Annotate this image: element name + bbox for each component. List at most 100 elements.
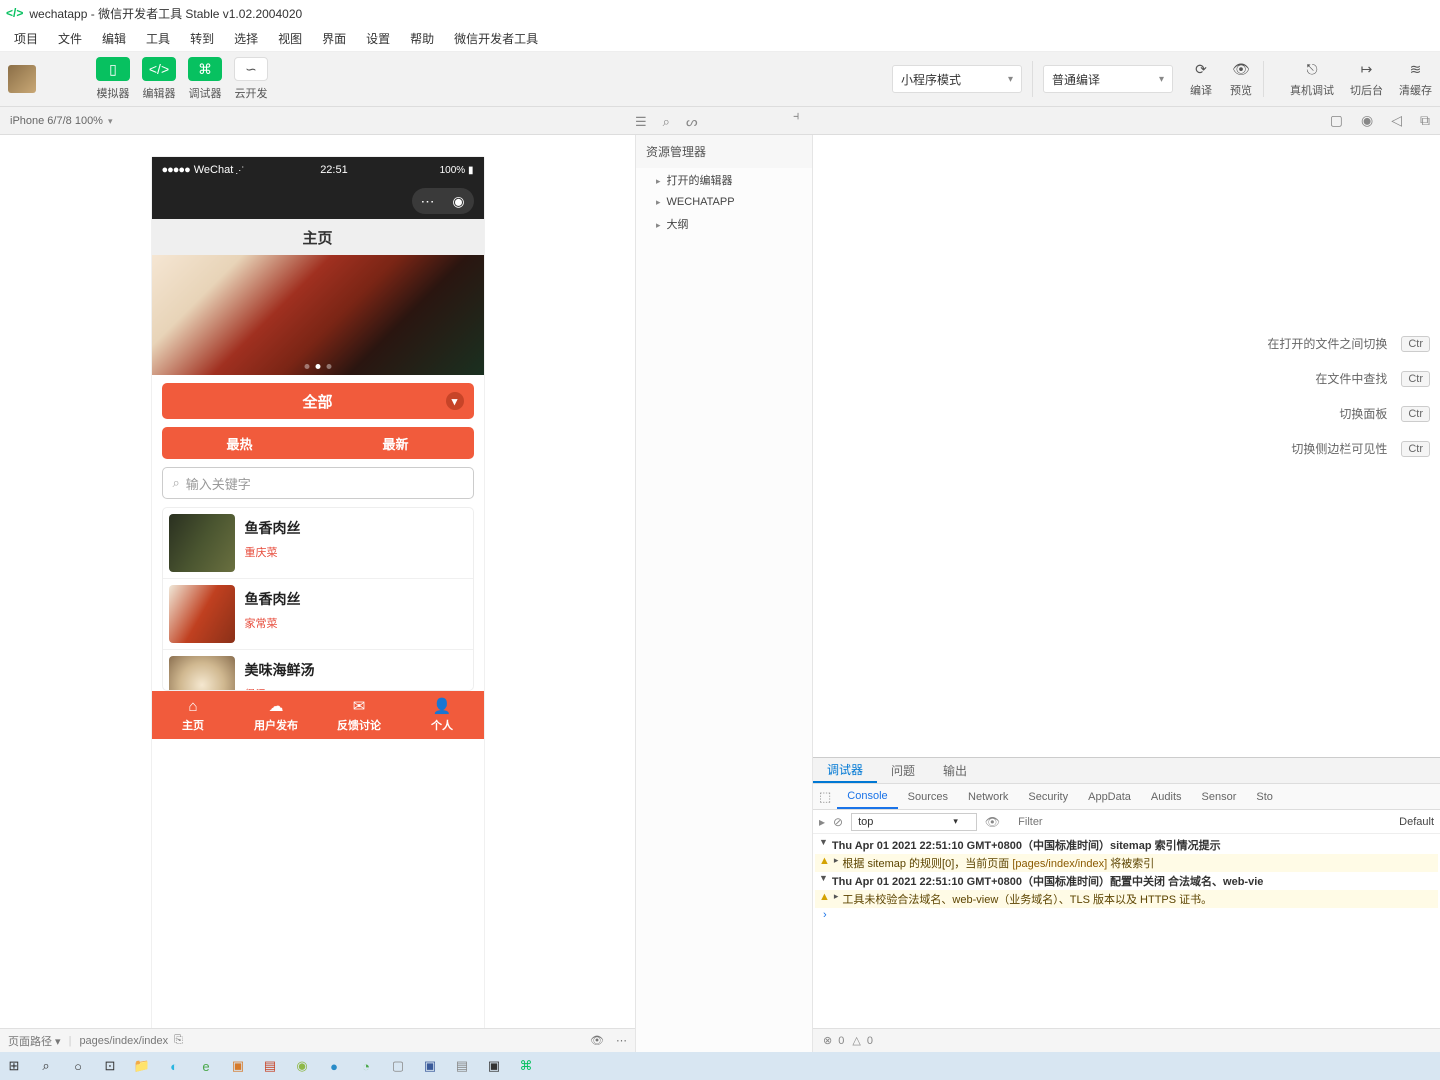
menu-project[interactable]: 项目 (4, 30, 48, 47)
tree-open-editors[interactable]: 打开的编辑器 (636, 168, 812, 192)
search-icon: ⌕ (173, 475, 180, 491)
window-titlebar: </> wechatapp - 微信开发者工具 Stable v1.02.200… (0, 0, 1440, 26)
list-item[interactable]: 美味海鲜汤 煲汤 (163, 650, 473, 690)
device-select[interactable]: iPhone 6/7/8 100% ▾ (10, 115, 113, 127)
menu-settings[interactable]: 设置 (356, 30, 400, 47)
mode-select[interactable]: 小程序模式▾ (892, 65, 1022, 93)
page-path: pages/index/index (79, 1035, 168, 1047)
tab-audits[interactable]: Audits (1141, 791, 1192, 803)
preview-button[interactable]: 👁 预览 (1229, 60, 1253, 98)
app-icon[interactable]: e (196, 1056, 216, 1076)
compile-mode-select[interactable]: 普通编译▾ (1043, 65, 1173, 93)
scope-select[interactable]: top ▾ (851, 813, 977, 831)
tab-profile[interactable]: 👤个人 (401, 691, 484, 739)
menu-bar: 项目 文件 编辑 工具 转到 选择 视图 界面 设置 帮助 微信开发者工具 (0, 26, 1440, 52)
tree-project[interactable]: WECHATAPP (636, 192, 812, 212)
tab-sensor[interactable]: Sensor (1192, 791, 1247, 803)
list-icon[interactable]: ☰ (635, 114, 647, 130)
detach-icon[interactable]: ⧉ (1420, 112, 1430, 129)
target-icon: ◉ (452, 193, 464, 210)
search-input[interactable]: ⌕ 输入关键字 (162, 467, 474, 499)
code-icon: </> (142, 57, 176, 81)
banner-image[interactable] (152, 255, 484, 375)
app-icon[interactable]: ◉ (292, 1056, 312, 1076)
menu-view[interactable]: 视图 (268, 30, 312, 47)
rotate-icon[interactable]: ▢ (1330, 112, 1343, 129)
sort-new-tab[interactable]: 最新 (318, 427, 474, 459)
category-button[interactable]: 全部 ▾ (162, 383, 474, 419)
simulator-button[interactable]: ▯ 模拟器 (96, 57, 130, 101)
inspect-icon[interactable]: ⬚ (819, 789, 831, 805)
tab-console[interactable]: Console (837, 784, 897, 809)
tab-network[interactable]: Network (958, 791, 1018, 803)
tree-outline[interactable]: 大纲 (636, 212, 812, 236)
compile-button[interactable]: ⟳ 编译 (1189, 60, 1213, 98)
capsule-button[interactable]: ⋯ ◉ (412, 188, 474, 214)
tab-publish[interactable]: ☁用户发布 (235, 691, 318, 739)
explorer-icon[interactable]: 📁 (132, 1056, 152, 1076)
sort-hot-tab[interactable]: 最热 (162, 427, 318, 459)
record-icon[interactable]: ◉ (1361, 112, 1373, 129)
menu-goto[interactable]: 转到 (180, 30, 224, 47)
user-avatar[interactable] (8, 65, 36, 93)
app-icon[interactable]: ▤ (260, 1056, 280, 1076)
tab-sources[interactable]: Sources (898, 791, 958, 803)
eye-icon[interactable]: 👁 (985, 815, 1000, 829)
menu-edit[interactable]: 编辑 (92, 30, 136, 47)
copy-icon[interactable]: ⎘ (174, 1034, 183, 1047)
home-icon: ⌂ (188, 698, 197, 715)
tab-problems[interactable]: 问题 (877, 758, 929, 783)
menu-file[interactable]: 文件 (48, 30, 92, 47)
app-icon[interactable]: ◐ (164, 1056, 184, 1076)
tab-appdata[interactable]: AppData (1078, 791, 1141, 803)
debugger-button[interactable]: ⌘ 调试器 (188, 57, 222, 101)
menu-select[interactable]: 选择 (224, 30, 268, 47)
tab-storage[interactable]: Sto (1246, 791, 1283, 803)
search-icon[interactable]: ⌕ (663, 114, 670, 130)
app-icon[interactable]: ▢ (388, 1056, 408, 1076)
devtools-taskbar-icon[interactable]: ⌘ (516, 1056, 536, 1076)
cloud-button[interactable]: ∽ 云开发 (234, 57, 268, 101)
filter-input[interactable] (1018, 816, 1393, 828)
cortana-icon[interactable]: ○ (68, 1056, 88, 1076)
visibility-icon[interactable]: 👁 (590, 1034, 604, 1047)
app-icon[interactable]: ◔ (356, 1056, 376, 1076)
editor-button[interactable]: </> 编辑器 (142, 57, 176, 101)
start-icon[interactable]: ⊞ (4, 1056, 24, 1076)
tab-output[interactable]: 输出 (929, 758, 981, 783)
list-item[interactable]: 鱼香肉丝 重庆菜 (163, 508, 473, 579)
branch-icon[interactable]: ᔕ (686, 114, 698, 130)
app-icon[interactable]: ▣ (484, 1056, 504, 1076)
app-icon[interactable]: ▤ (452, 1056, 472, 1076)
search-icon[interactable]: ⌕ (36, 1056, 56, 1076)
warning-count-icon: △ (852, 1034, 860, 1047)
menu-devtools[interactable]: 微信开发者工具 (444, 30, 548, 47)
tab-feedback[interactable]: ✉反馈讨论 (318, 691, 401, 739)
clear-cache-button[interactable]: ≋ 清缓存 (1399, 60, 1432, 98)
menu-help[interactable]: 帮助 (400, 30, 444, 47)
play-icon[interactable]: ▸ (819, 815, 825, 829)
app-icon[interactable]: ● (324, 1056, 344, 1076)
remote-debug-button[interactable]: ⎋ 真机调试 (1290, 60, 1334, 98)
share-icon[interactable]: ◁ (1391, 112, 1402, 129)
tab-home[interactable]: ⌂主页 (152, 691, 235, 739)
app-icon[interactable]: ▣ (228, 1056, 248, 1076)
menu-interface[interactable]: 界面 (312, 30, 356, 47)
recipe-name: 鱼香肉丝 (245, 589, 301, 609)
sliders-icon[interactable]: ⫞ (793, 108, 800, 123)
menu-tool[interactable]: 工具 (136, 30, 180, 47)
tab-debugger[interactable]: 调试器 (813, 758, 877, 783)
recipe-thumb (169, 585, 235, 643)
console-prompt[interactable]: › (819, 909, 831, 921)
tab-security[interactable]: Security (1018, 791, 1078, 803)
background-button[interactable]: ↦ 切后台 (1350, 60, 1383, 98)
level-select[interactable]: Default (1399, 816, 1434, 828)
recipe-cat: 煲汤 (245, 686, 315, 690)
taskview-icon[interactable]: ⊡ (100, 1056, 120, 1076)
page-dot-active (315, 364, 320, 369)
clear-icon[interactable]: ⊘ (833, 815, 843, 829)
app-icon[interactable]: ▣ (420, 1056, 440, 1076)
page-dot (326, 364, 331, 369)
list-item[interactable]: 鱼香肉丝 家常菜 (163, 579, 473, 650)
more-icon[interactable]: ⋯ (616, 1034, 627, 1047)
